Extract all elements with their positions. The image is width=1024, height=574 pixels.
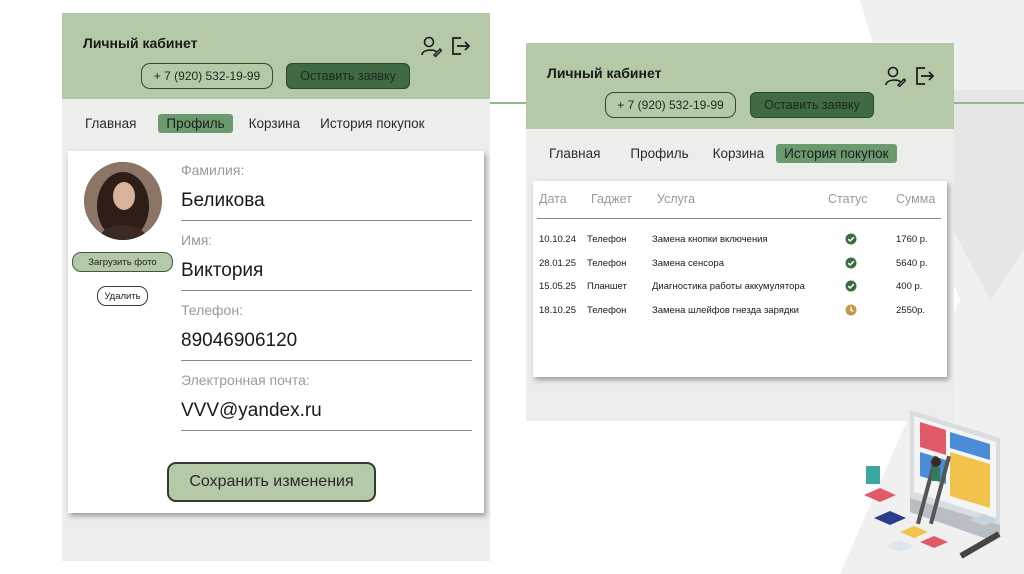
phone-underline [181,360,472,361]
status-done-icon [845,233,857,245]
column-header-gadget: Гаджет [591,192,632,206]
cell-service: Замена сенсора [652,258,724,269]
phone-field[interactable]: 89046906120 [181,330,297,352]
delete-photo-button[interactable]: Удалить [97,286,148,306]
cell-date: 28.01.25 [539,258,576,269]
page-title: Личный кабинет [547,65,662,81]
cell-gadget: Планшет [587,281,627,292]
nav-item-history[interactable]: История покупок [312,114,432,133]
user-edit-icon[interactable] [420,35,442,57]
nav-item-history[interactable]: История покупок [776,144,897,163]
surname-underline [181,220,472,221]
page-title: Личный кабинет [83,35,198,51]
leave-request-button[interactable]: Оставить заявку [286,63,410,89]
cell-date: 18.10.25 [539,305,576,316]
nav-item-profile[interactable]: Профиль [622,144,696,163]
cell-sum: 1760 р. [896,234,928,245]
save-changes-button[interactable]: Сохранить изменения [167,462,376,502]
phone-number[interactable]: + 7 (920) 532-19-99 [141,63,273,89]
email-field[interactable]: VVV@yandex.ru [181,400,322,422]
surname-label: Фамилия: [181,162,245,178]
web-design-illustration [864,410,1001,559]
email-underline [181,430,472,431]
phone-label: Телефон: [181,302,243,318]
user-edit-icon[interactable] [884,65,906,87]
cell-sum: 5640 р. [896,258,928,269]
history-nav: Главная Профиль Корзина История покупок [541,144,897,163]
cell-gadget: Телефон [587,258,627,269]
status-done-icon [845,280,857,292]
column-header-date: Дата [539,192,567,206]
cell-sum: 2550р. [896,305,926,316]
column-header-status: Статус [828,192,868,206]
nav-item-home[interactable]: Главная [77,114,144,133]
cell-date: 15.05.25 [539,281,576,292]
leave-request-button[interactable]: Оставить заявку [750,92,874,118]
cell-date: 10.10.24 [539,234,576,245]
profile-nav: Главная Профиль Корзина История покупок [77,114,433,133]
nav-item-home[interactable]: Главная [541,144,608,163]
avatar [84,162,162,240]
surname-field[interactable]: Беликова [181,190,265,212]
table-header-divider [537,218,941,219]
cell-gadget: Телефон [587,234,627,245]
history-card [533,181,947,377]
upload-photo-button[interactable]: Загрузить фото [72,252,173,272]
column-header-sum: Сумма [896,192,936,206]
cell-sum: 400 р. [896,281,923,292]
status-pending-icon [845,304,857,316]
nav-item-cart[interactable]: Корзина [241,114,308,133]
email-label: Электронная почта: [181,372,310,388]
column-header-service: Услуга [657,192,696,206]
phone-number[interactable]: + 7 (920) 532-19-99 [605,92,736,118]
cell-service: Диагностика работы аккумулятора [652,281,805,292]
logout-icon[interactable] [913,65,935,87]
nav-item-profile[interactable]: Профиль [158,114,233,133]
name-field[interactable]: Виктория [181,260,263,282]
name-underline [181,290,472,291]
status-done-icon [845,257,857,269]
logout-icon[interactable] [449,35,471,57]
nav-item-cart[interactable]: Корзина [705,144,772,163]
name-label: Имя: [181,232,213,248]
cell-gadget: Телефон [587,305,627,316]
cell-service: Замена кнопки включения [652,234,768,245]
cell-service: Замена шлейфов гнезда зарядки [652,305,799,316]
